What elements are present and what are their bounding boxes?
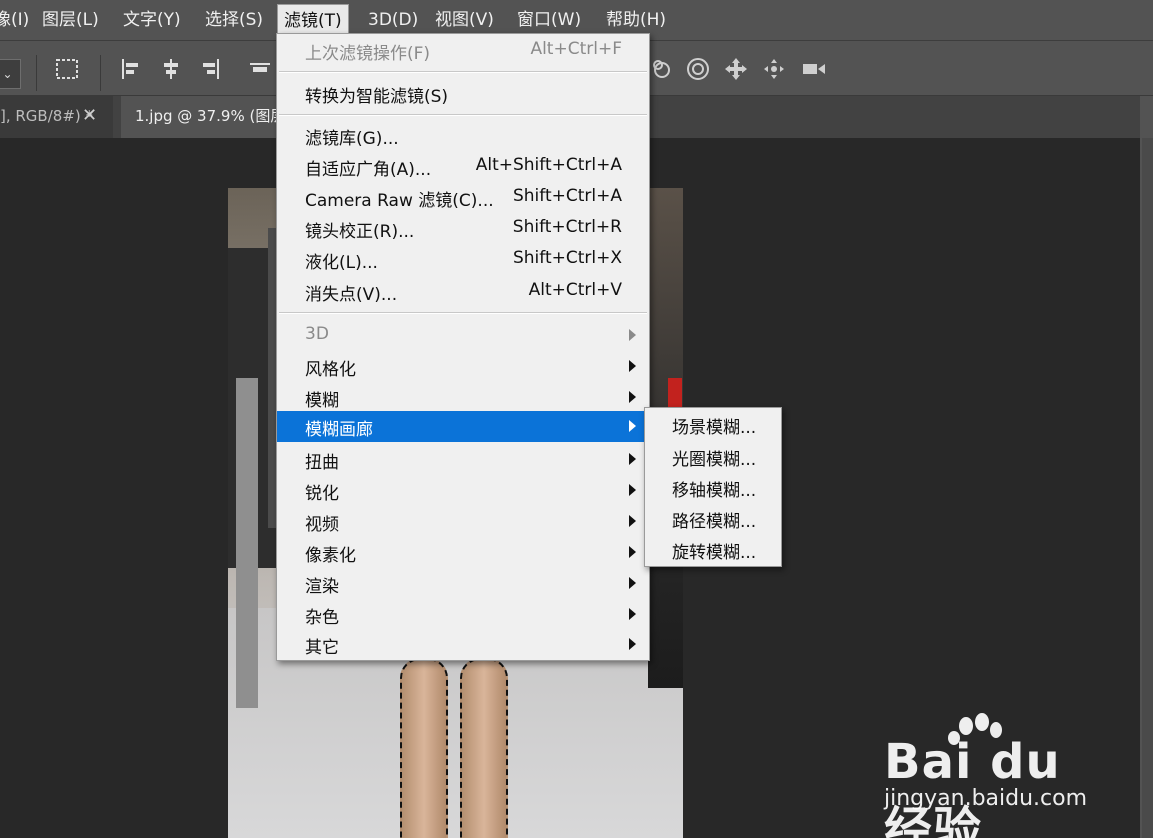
tool-preset-dropdown[interactable]: ⌄ <box>0 59 21 89</box>
options-divider <box>36 55 37 91</box>
menu-item-label: 其它 <box>305 638 339 658</box>
menu-item-camera-raw[interactable]: Camera Raw 滤镜(C)... Shift+Ctrl+A <box>277 182 649 213</box>
menu-item-noise[interactable]: 杂色 <box>277 599 649 630</box>
align-left-icon[interactable] <box>117 55 145 83</box>
menu-item-blur-gallery[interactable]: 模糊画廊 <box>277 411 649 442</box>
menu-item-3d[interactable]: 3D <box>277 320 649 351</box>
menu-item-path-blur[interactable]: 路径模糊... <box>645 503 781 534</box>
document-tab-1[interactable]: ], RGB/8#) * ✕ <box>0 96 113 138</box>
menu-item-distort[interactable]: 扭曲 <box>277 444 649 475</box>
menu-item-other[interactable]: 其它 <box>277 629 649 660</box>
close-icon[interactable]: ✕ <box>82 96 97 136</box>
filter-menu: 上次滤镜操作(F) Alt+Ctrl+F 转换为智能滤镜(S) 滤镜库(G)..… <box>276 33 650 661</box>
menu-item-video[interactable]: 视频 <box>277 506 649 537</box>
menu-item-label: 移轴模糊... <box>672 481 757 501</box>
align-center-icon[interactable] <box>157 55 185 83</box>
menu-layer[interactable]: 图层(L) <box>42 0 99 40</box>
submenu-arrow-icon <box>629 453 636 465</box>
tab-title: 1.jpg @ 37.9% (图层 <box>135 107 286 125</box>
3d-roll-icon[interactable] <box>684 55 712 83</box>
menu-item-label: 视频 <box>305 515 339 535</box>
menu-item-lens-correction[interactable]: 镜头校正(R)... Shift+Ctrl+R <box>277 213 649 244</box>
menu-item-label: 场景模糊... <box>672 418 757 438</box>
blur-gallery-submenu: 场景模糊... 光圈模糊... 移轴模糊... 路径模糊... 旋转模糊... <box>644 407 782 567</box>
menu-item-label: 液化(L)... <box>305 253 378 273</box>
align-right-icon[interactable] <box>196 55 224 83</box>
marquee-transform-icon[interactable] <box>53 55 81 83</box>
submenu-arrow-icon <box>629 391 636 403</box>
menu-item-field-blur[interactable]: 场景模糊... <box>645 409 781 440</box>
options-divider <box>100 55 101 91</box>
menu-item-label: Camera Raw 滤镜(C)... <box>305 191 494 211</box>
menu-item-liquify[interactable]: 液化(L)... Shift+Ctrl+X <box>277 244 649 275</box>
watermark-url: jingyan.baidu.com <box>884 786 1088 811</box>
submenu-arrow-icon <box>629 638 636 650</box>
submenu-arrow-icon <box>629 577 636 589</box>
menu-item-label: 模糊画廊 <box>305 420 373 440</box>
tab-title: ], RGB/8#) * <box>0 107 94 125</box>
menu-item-adaptive-wide-angle[interactable]: 自适应广角(A)... Alt+Shift+Ctrl+A <box>277 151 649 182</box>
menu-item-shortcut: Alt+Shift+Ctrl+A <box>475 155 622 175</box>
menu-item-tilt-shift[interactable]: 移轴模糊... <box>645 472 781 503</box>
baidu-jingyan-watermark: Bai du 经验 jingyan.baidu.com <box>884 712 1094 838</box>
submenu-arrow-icon <box>629 360 636 372</box>
menu-separator <box>279 71 647 73</box>
menu-item-label: 自适应广角(A)... <box>305 160 432 180</box>
submenu-arrow-icon <box>629 546 636 558</box>
menu-item-sharpen[interactable]: 锐化 <box>277 475 649 506</box>
menu-item-filter-gallery[interactable]: 滤镜库(G)... <box>277 120 649 151</box>
menu-item-label: 模糊 <box>305 391 339 411</box>
menu-item-blur[interactable]: 模糊 <box>277 382 649 413</box>
menu-item-label: 锐化 <box>305 484 339 504</box>
3d-slide-icon[interactable] <box>760 55 788 83</box>
menu-item-label: 转换为智能滤镜(S) <box>305 87 449 107</box>
submenu-arrow-icon <box>629 420 636 432</box>
menu-item-iris-blur[interactable]: 光圈模糊... <box>645 441 781 472</box>
menu-item-label: 旋转模糊... <box>672 543 757 563</box>
menu-item-pixelate[interactable]: 像素化 <box>277 537 649 568</box>
submenu-arrow-icon <box>629 515 636 527</box>
selection-marquee-leg <box>400 658 448 838</box>
menu-item-label: 扭曲 <box>305 453 339 473</box>
menu-item-last-filter[interactable]: 上次滤镜操作(F) Alt+Ctrl+F <box>277 35 649 66</box>
menu-item-label: 消失点(V)... <box>305 285 398 305</box>
menu-item-vanishing-point[interactable]: 消失点(V)... Alt+Ctrl+V <box>277 276 649 307</box>
3d-orbit-icon[interactable] <box>648 55 676 83</box>
submenu-arrow-icon <box>629 608 636 620</box>
menu-item-stylize[interactable]: 风格化 <box>277 351 649 382</box>
menu-item-label: 路径模糊... <box>672 512 757 532</box>
menu-item-convert-smart-filter[interactable]: 转换为智能滤镜(S) <box>277 78 649 109</box>
menu-item-label: 上次滤镜操作(F) <box>305 44 431 64</box>
menu-item-spin-blur[interactable]: 旋转模糊... <box>645 534 781 565</box>
menu-item-label: 风格化 <box>305 360 356 380</box>
menu-item-shortcut: Shift+Ctrl+A <box>512 186 622 206</box>
photoshop-window: 像(I) 图层(L) 文字(Y) 选择(S) 滤镜(T) 3D(D) 视图(V)… <box>0 0 1153 838</box>
menu-item-label: 像素化 <box>305 546 356 566</box>
photo-red-detail <box>668 378 682 408</box>
menu-item-shortcut: Shift+Ctrl+R <box>512 217 622 237</box>
scrollbar[interactable] <box>1142 138 1153 838</box>
3d-pan-icon[interactable] <box>722 55 750 83</box>
menu-item-shortcut: Shift+Ctrl+X <box>512 248 622 268</box>
menu-item-label: 滤镜库(G)... <box>305 129 399 149</box>
distribute-icon[interactable] <box>246 55 274 83</box>
menu-select[interactable]: 选择(S) <box>205 0 263 40</box>
menu-item-shortcut: Alt+Ctrl+F <box>530 39 622 59</box>
selection-marquee-leg <box>460 658 508 838</box>
menu-item-render[interactable]: 渲染 <box>277 568 649 599</box>
photo-pole <box>236 378 258 708</box>
menu-separator <box>279 312 647 314</box>
submenu-arrow-icon <box>629 329 636 341</box>
menu-image[interactable]: 像(I) <box>0 0 29 40</box>
submenu-arrow-icon <box>629 484 636 496</box>
menu-item-label: 3D <box>305 324 329 344</box>
menu-type[interactable]: 文字(Y) <box>123 0 181 40</box>
menu-separator <box>279 114 647 116</box>
3d-camera-icon[interactable] <box>800 55 828 83</box>
menu-item-label: 光圈模糊... <box>672 450 757 470</box>
menu-item-label: 镜头校正(R)... <box>305 222 415 242</box>
menu-item-label: 渲染 <box>305 577 339 597</box>
menu-item-label: 杂色 <box>305 608 339 628</box>
menu-item-shortcut: Alt+Ctrl+V <box>528 280 622 300</box>
